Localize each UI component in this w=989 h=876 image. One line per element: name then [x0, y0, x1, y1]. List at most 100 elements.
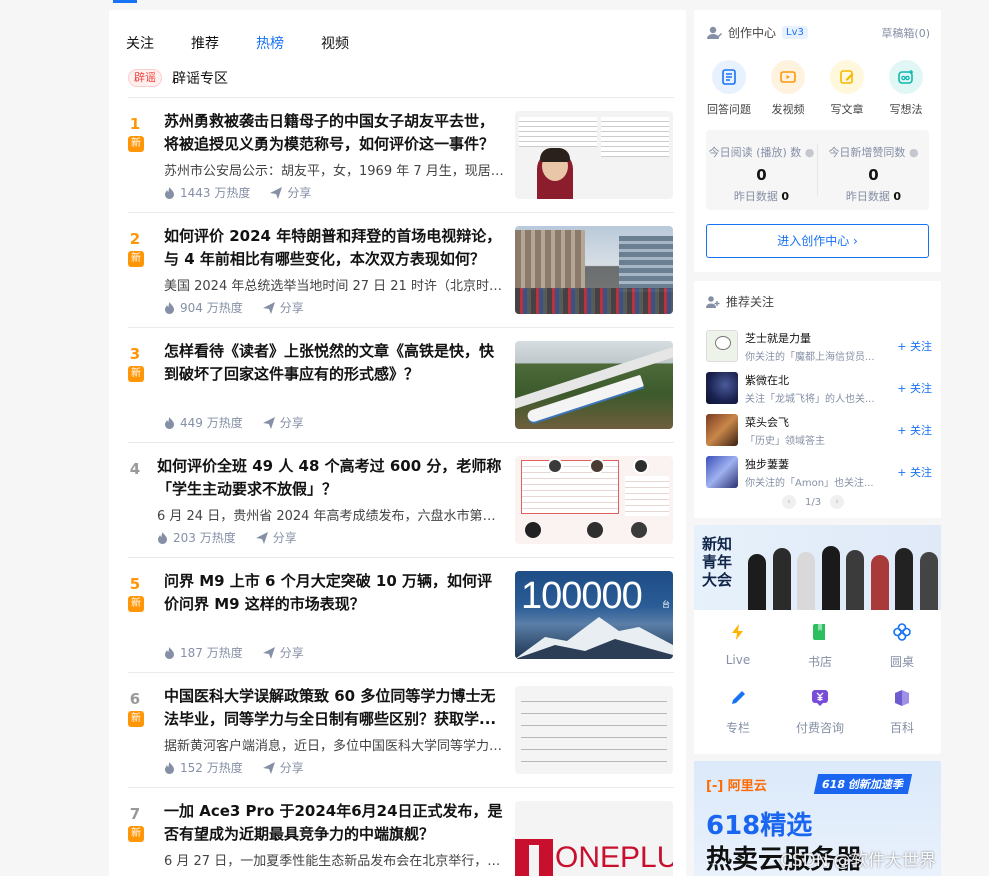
share-button[interactable]: 分享 [255, 529, 297, 546]
write-icon [830, 60, 864, 94]
quick-link-label: 圆桌 [889, 655, 914, 669]
follow-button[interactable]: + 关注 [897, 338, 932, 354]
item-title[interactable]: 怎样看待《读者》上张悦然的文章《高铁是快，快到破坏了回家这件事应有的形式感》？ [164, 340, 504, 386]
recommend-user[interactable]: 芝士就是力量 你关注的「魔都上海信贷员... + 关注 [706, 325, 932, 367]
write-idea-button[interactable]: 写想法 [877, 60, 935, 117]
item-title[interactable]: 如何评价全班 49 人 48 个高考过 600 分，老师称「学生主动要求不放假」… [157, 455, 504, 501]
share-label: 分享 [279, 761, 304, 775]
user-desc: 你关注的「魔都上海信贷员... [745, 351, 875, 363]
user-name[interactable]: 紫微在北 [745, 372, 877, 388]
follow-button[interactable]: + 关注 [897, 464, 932, 480]
prev-page-button[interactable]: ‹ [782, 495, 796, 509]
follow-button[interactable]: + 关注 [897, 380, 932, 396]
item-thumbnail[interactable] [515, 686, 673, 774]
enter-creator-center-button[interactable]: 进入创作中心 › [706, 224, 929, 258]
avatar[interactable] [706, 456, 738, 488]
recommend-pager: ‹ 1/3 › [782, 495, 845, 509]
item-title[interactable]: 中国医科大学误解政策致 60 多位同等学力博士无法毕业，同等学力与全日制有哪些区… [164, 685, 504, 731]
share-button[interactable]: 分享 [262, 644, 304, 661]
tab-follow[interactable]: 关注 [126, 34, 154, 54]
tab-video[interactable]: 视频 [321, 34, 349, 54]
quick-link-bookstore[interactable]: 书店 [782, 623, 858, 689]
banner-text: 新知青年大会 [702, 535, 733, 589]
share-icon [270, 186, 283, 199]
item-thumbnail[interactable] [515, 341, 673, 429]
item-thumbnail[interactable] [515, 456, 673, 544]
recommend-user[interactable]: 独步萋萋 你关注的「Amon」也关注... + 关注 [706, 451, 932, 493]
post-video-button[interactable]: 发视频 [759, 60, 817, 117]
rank-number: 4 [129, 460, 141, 478]
item-meta: 1443 万热度 分享 [164, 184, 311, 201]
heat-value: 1443 万热度 [180, 186, 251, 200]
hot-item[interactable]: 6 新 中国医科大学误解政策致 60 多位同等学力博士无法毕业，同等学力与全日制… [128, 672, 674, 787]
rank-number: 5 [129, 575, 141, 593]
item-excerpt: 6 月 24 日，贵州省 2024 年高考成绩发布，六盘水市第二中... [157, 509, 497, 524]
new-badge: 新 [128, 596, 144, 612]
quick-link-live[interactable]: Live [700, 623, 776, 689]
hot-item[interactable]: 7 新 一加 Ace3 Pro 于2024年6月24日正式发布，是否有望成为近期… [128, 787, 674, 876]
avatar[interactable] [706, 330, 738, 362]
hot-item[interactable]: 3 新 怎样看待《读者》上张悦然的文章《高铁是快，快到破坏了回家这件事应有的形式… [128, 327, 674, 442]
user-name[interactable]: 独步萋萋 [745, 456, 877, 472]
share-button[interactable]: 分享 [262, 414, 304, 431]
item-thumbnail[interactable] [515, 226, 673, 314]
item-thumbnail[interactable]: ONEPLU [515, 801, 673, 876]
recommend-user[interactable]: 紫微在北 关注「龙城飞将」的人也关... + 关注 [706, 367, 932, 409]
stat-label: 今日新增赞同数 ● [828, 146, 919, 159]
hot-item[interactable]: 1 新 苏州勇救被袭击日籍母子的中国女子胡友平去世，将被追授见义勇为模范称号，如… [128, 97, 674, 212]
avatar[interactable] [706, 372, 738, 404]
rumor-zone[interactable]: 辟谣 辟谣专区 [128, 68, 228, 88]
share-button[interactable]: 分享 [262, 299, 304, 316]
user-name[interactable]: 菜头会飞 [745, 414, 877, 430]
flame-icon [165, 301, 174, 314]
item-excerpt: 据新黄河客户端消息，近日，多位中国医科大学同等学力博... [164, 739, 504, 754]
quick-link-encyclopedia[interactable]: 百科 [864, 689, 940, 755]
quick-link-roundtable[interactable]: 圆桌 [864, 623, 940, 689]
quick-link-label: Live [725, 653, 751, 667]
flame-icon [165, 646, 174, 659]
item-thumbnail[interactable]: 100000 台 [515, 571, 673, 659]
item-title[interactable]: 一加 Ace3 Pro 于2024年6月24日正式发布，是否有望成为近期最具竞争… [164, 800, 504, 846]
user-name[interactable]: 芝士就是力量 [745, 330, 877, 346]
heat-value: 187 万热度 [180, 646, 243, 660]
feed-tabs: 关注 推荐 热榜 视频 [126, 34, 386, 54]
quick-link-label: 百科 [889, 721, 914, 735]
item-meta: 904 万热度 分享 [164, 299, 304, 316]
hot-item[interactable]: 4 如何评价全班 49 人 48 个高考过 600 分，老师称「学生主动要求不放… [128, 442, 674, 557]
share-icon [262, 761, 275, 774]
stat-yesterday: 昨日数据 0 [845, 190, 902, 203]
quick-link-label: 专栏 [725, 721, 750, 735]
item-title[interactable]: 问界 M9 上市 6 个月大定突破 10 万辆，如何评价问界 M9 这样的市场表… [164, 570, 504, 616]
lightning-icon [732, 624, 743, 640]
stat-value: 0 [756, 166, 767, 184]
write-article-button[interactable]: 写文章 [818, 60, 876, 117]
tab-hot[interactable]: 热榜 [256, 34, 284, 54]
next-page-button[interactable]: › [830, 495, 845, 509]
creator-icon [707, 26, 722, 39]
new-badge: 新 [128, 711, 144, 727]
new-badge: 新 [128, 251, 144, 267]
share-button[interactable]: 分享 [270, 184, 311, 201]
item-title[interactable]: 如何评价 2024 年特朗普和拜登的首场电视辩论，与 4 年前相比有哪些变化，本… [164, 225, 504, 271]
creator-tools: 回答问题 发视频 写文章 写想法 [700, 60, 935, 117]
share-icon [262, 646, 275, 659]
quick-links: Live 书店 圆桌 专栏 付费咨询 百科 [694, 623, 941, 755]
hot-item[interactable]: 5 新 问界 M9 上市 6 个月大定突破 10 万辆，如何评价问界 M9 这样… [128, 557, 674, 672]
item-title[interactable]: 苏州勇救被袭击日籍母子的中国女子胡友平去世，将被追授见义勇为模范称号，如何评价这… [164, 110, 504, 156]
drafts-link[interactable]: 草稿箱(0) [881, 25, 930, 41]
user-desc: 你关注的「Amon」也关注... [745, 477, 874, 489]
quick-link-column[interactable]: 专栏 [700, 689, 776, 755]
item-thumbnail[interactable] [515, 111, 673, 199]
recommend-user[interactable]: 菜头会飞 「历史」领域答主 + 关注 [706, 409, 932, 451]
event-banner[interactable]: 新知青年大会 [694, 525, 941, 610]
follow-button[interactable]: + 关注 [897, 422, 932, 438]
answer-question-button[interactable]: 回答问题 [700, 60, 758, 117]
avatar[interactable] [706, 414, 738, 446]
rank-number: 3 [129, 345, 141, 363]
quick-link-consult[interactable]: 付费咨询 [782, 689, 858, 755]
tool-label: 写想法 [889, 103, 923, 116]
tab-recommend[interactable]: 推荐 [191, 34, 219, 54]
stat-label: 今日阅读 (播放) 数 ● [708, 146, 815, 159]
hot-item[interactable]: 2 新 如何评价 2024 年特朗普和拜登的首场电视辩论，与 4 年前相比有哪些… [128, 212, 674, 327]
share-button[interactable]: 分享 [262, 759, 304, 776]
